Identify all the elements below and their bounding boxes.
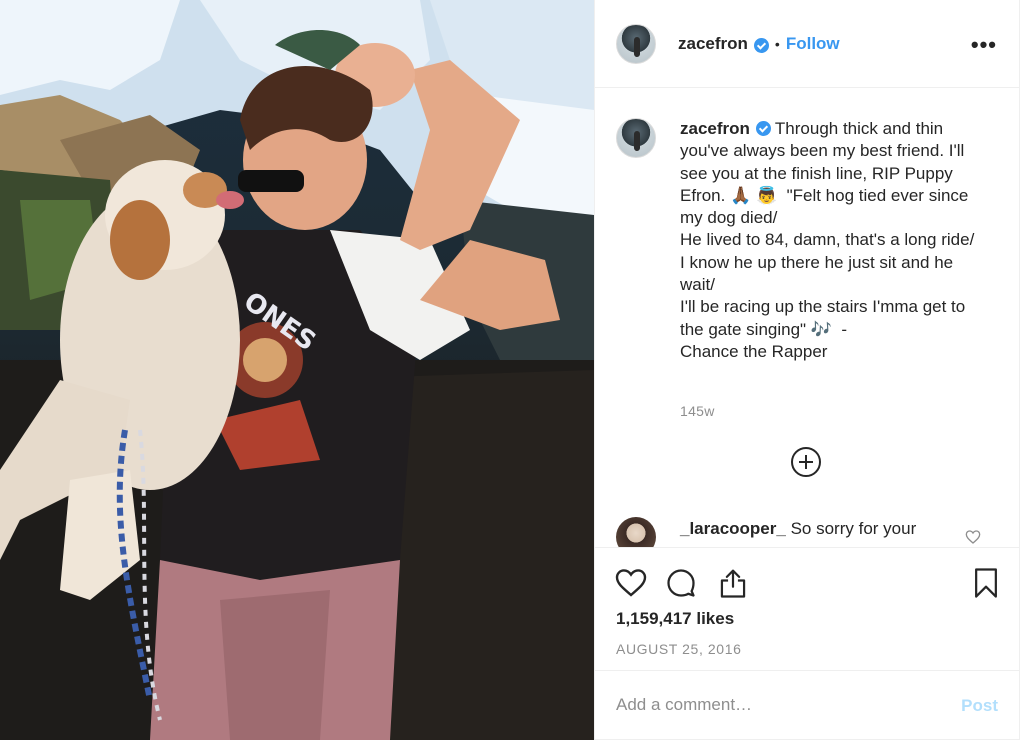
verified-badge-icon	[753, 38, 769, 53]
post-date[interactable]: AUGUST 25, 2016	[616, 641, 741, 657]
verified-badge-icon	[755, 121, 771, 136]
comment-body: So sorry for your	[790, 519, 917, 538]
heart-icon[interactable]	[965, 529, 981, 545]
comment-text: _laracooper_ So sorry for your	[680, 518, 970, 540]
post-age[interactable]: 145w	[680, 403, 715, 419]
post-details-panel: zacefron • Follow ••• zacefron Through th…	[594, 0, 1020, 740]
avatar[interactable]	[616, 517, 656, 547]
separator-dot: •	[774, 35, 780, 52]
avatar[interactable]	[616, 118, 656, 158]
caption-text: zacefron Through thick and thin you've al…	[680, 118, 990, 363]
likes-count[interactable]: 1,159,417 likes	[616, 609, 734, 629]
post-actions: 1,159,417 likes AUGUST 25, 2016	[595, 547, 1019, 670]
bookmark-icon[interactable]	[973, 567, 999, 599]
caption-username-link[interactable]: zacefron	[680, 119, 750, 138]
photo-illustration: ONES	[0, 0, 594, 740]
share-icon[interactable]	[718, 567, 748, 599]
plus-circle-icon[interactable]	[791, 447, 821, 477]
post-comment-button[interactable]: Post	[961, 696, 998, 716]
post-header: zacefron • Follow •••	[595, 0, 1019, 88]
comment-icon[interactable]	[666, 568, 696, 598]
more-options-icon[interactable]: •••	[971, 32, 997, 58]
comments-list[interactable]: zacefron Through thick and thin you've al…	[595, 89, 1019, 547]
post-photo[interactable]: ONES	[0, 0, 594, 740]
avatar[interactable]	[616, 23, 656, 64]
comment-input[interactable]	[616, 693, 936, 717]
add-comment-bar: Post	[595, 670, 1019, 740]
follow-button[interactable]: Follow	[786, 34, 840, 54]
heart-icon[interactable]	[615, 568, 647, 598]
username-link[interactable]: zacefron	[678, 34, 748, 54]
caption-body: Through thick and thin you've always bee…	[680, 119, 975, 361]
comment-username-link[interactable]: _laracooper_	[680, 519, 786, 538]
